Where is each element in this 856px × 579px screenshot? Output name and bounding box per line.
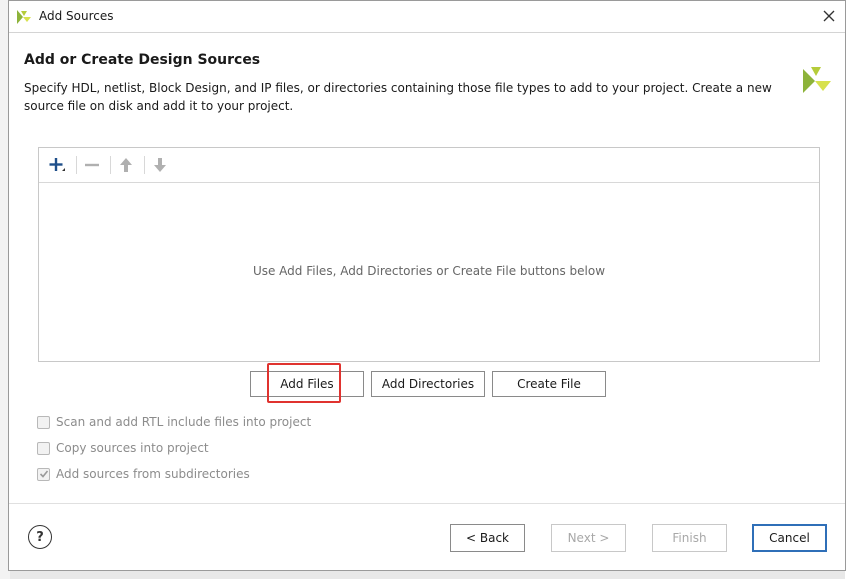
copy-sources-checkbox[interactable] [37,441,50,455]
cancel-button[interactable]: Cancel [752,524,827,552]
vivado-logo-large-icon [803,67,831,93]
toolbar-separator [110,156,111,174]
minus-icon [85,163,99,167]
footer-separator [9,503,845,504]
add-directories-button[interactable]: Add Directories [371,371,485,397]
source-file-list[interactable]: Use Add Files, Add Directories or Create… [38,147,820,362]
page-description: Specify HDL, netlist, Block Design, and … [24,81,772,113]
scan-rtl-checkbox[interactable] [37,415,50,429]
create-file-button[interactable]: Create File [492,371,606,397]
add-source-button[interactable] [45,153,69,177]
empty-list-hint: Use Add Files, Add Directories or Create… [252,264,606,278]
subdirectories-label: Add sources from subdirectories [56,467,250,481]
file-list-toolbar [39,148,819,183]
scan-rtl-option[interactable]: Scan and add RTL include files into proj… [37,413,311,431]
copy-sources-option[interactable]: Copy sources into project [37,439,209,457]
toolbar-separator [144,156,145,174]
arrow-down-icon [154,158,166,172]
title-bar: Add Sources [9,1,845,32]
checkmark-icon [39,470,48,478]
finish-button[interactable]: Finish [652,524,727,552]
plus-icon [49,158,65,171]
scan-rtl-label: Scan and add RTL include files into proj… [56,415,312,429]
next-button[interactable]: Next > [551,524,626,552]
close-icon [823,10,835,22]
vivado-logo-icon [17,10,31,24]
move-down-button[interactable] [148,153,172,177]
add-sources-dialog: Add Sources Add or Create Design Sources… [8,0,846,571]
back-button[interactable]: < Back [450,524,525,552]
arrow-up-icon [120,158,132,172]
background-right [845,0,856,579]
dialog-content: Add or Create Design Sources Specify HDL… [9,32,845,570]
remove-source-button[interactable] [80,153,104,177]
page-heading: Add or Create Design Sources [24,52,261,68]
copy-sources-label: Copy sources into project [56,441,209,455]
help-button[interactable]: ? [28,525,52,549]
subdirectories-checkbox[interactable] [37,467,50,481]
close-button[interactable] [817,5,841,27]
add-files-button[interactable]: Add Files [250,371,364,397]
subdirectories-option[interactable]: Add sources from subdirectories [37,465,250,483]
move-up-button[interactable] [114,153,138,177]
toolbar-separator [76,156,77,174]
window-title: Add Sources [39,9,114,23]
